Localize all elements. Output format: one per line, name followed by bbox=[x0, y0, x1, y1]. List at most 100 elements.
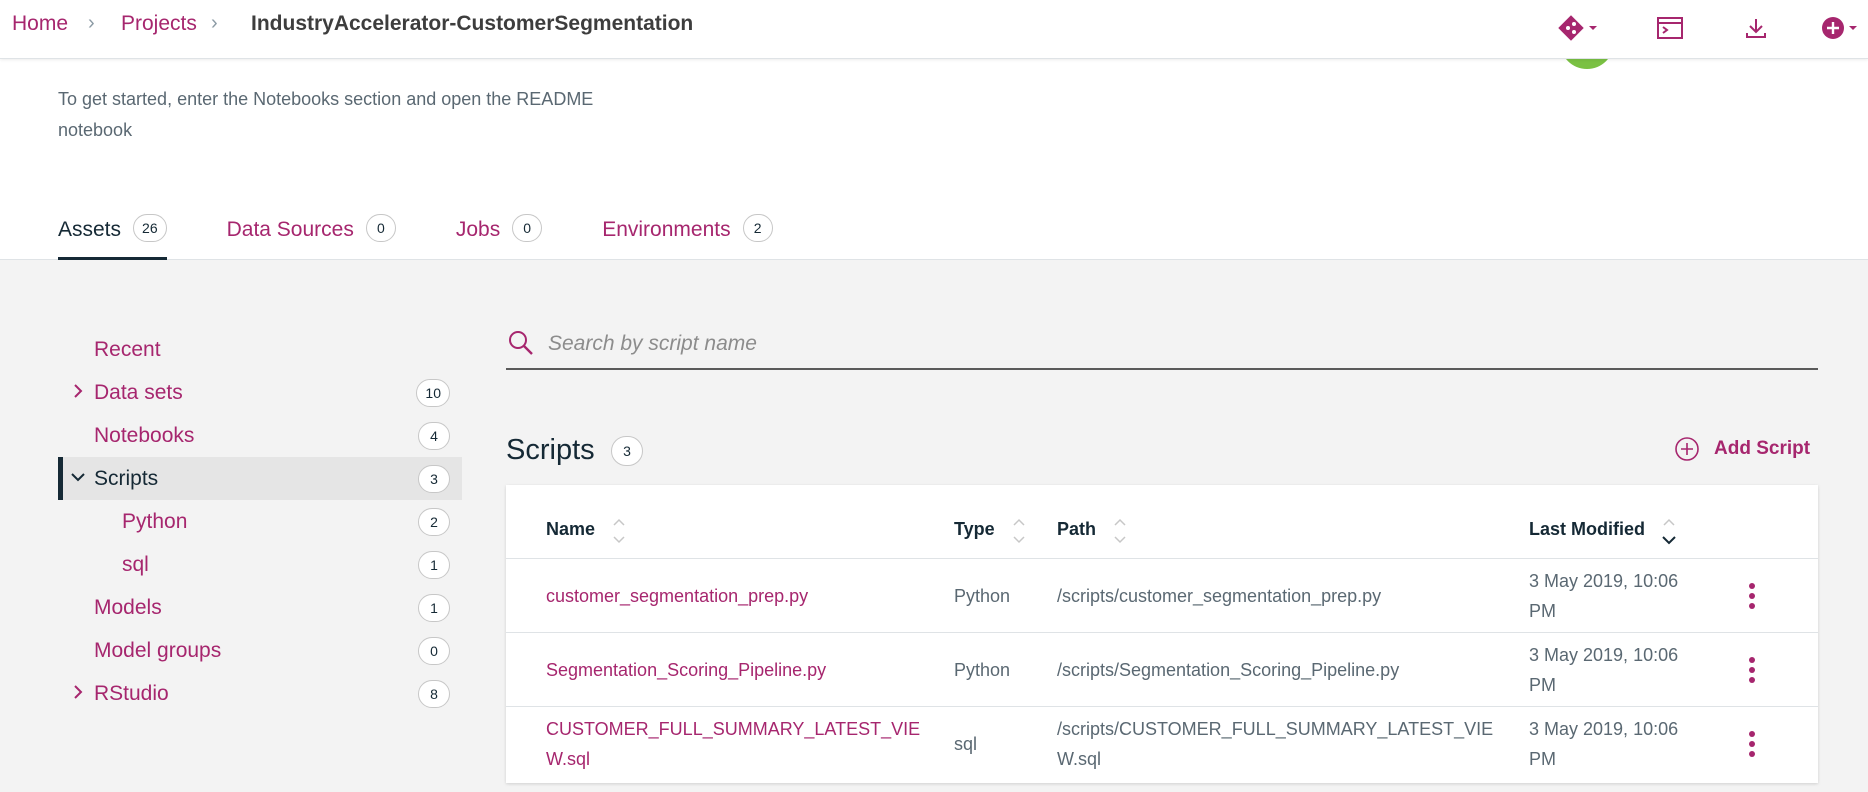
sidebar-item-label: Recent bbox=[94, 337, 161, 361]
sidebar-item-model-groups[interactable]: Model groups 0 bbox=[58, 629, 462, 672]
column-header-name[interactable]: Name bbox=[546, 511, 627, 547]
overflow-menu-icon[interactable] bbox=[1742, 581, 1762, 611]
script-last-modified: 3 May 2019, 10:06 PM bbox=[1529, 719, 1679, 769]
overflow-menu-icon[interactable] bbox=[1742, 655, 1762, 685]
breadcrumb-projects[interactable]: Projects bbox=[121, 12, 197, 36]
breadcrumb-separator: › bbox=[211, 12, 218, 34]
add-circle-icon bbox=[1675, 437, 1699, 461]
script-search bbox=[506, 320, 1818, 370]
sidebar-item-rstudio[interactable]: RStudio 8 bbox=[58, 672, 462, 715]
asset-sidebar: Recent Data sets 10 Notebooks 4 Scripts … bbox=[58, 328, 462, 715]
sidebar-item-label: sql bbox=[122, 552, 149, 576]
sort-icon[interactable] bbox=[1661, 513, 1677, 549]
git-icon bbox=[1558, 15, 1584, 41]
sidebar-item-recent[interactable]: Recent bbox=[58, 328, 462, 371]
column-header-last-modified[interactable]: Last Modified bbox=[1529, 511, 1677, 547]
add-circle-icon bbox=[1822, 17, 1844, 39]
table-header: Name Type Path Last Modified bbox=[506, 485, 1818, 559]
tab-label: Environments bbox=[602, 218, 731, 241]
tab-assets[interactable]: Assets 26 bbox=[58, 212, 167, 260]
breadcrumb-home[interactable]: Home bbox=[12, 12, 68, 36]
top-bar: Home › Projects › IndustryAccelerator-Cu… bbox=[0, 0, 1868, 59]
terminal-icon bbox=[1657, 17, 1683, 39]
tab-data-sources[interactable]: Data Sources 0 bbox=[227, 212, 396, 260]
project-title-fragment bbox=[58, 59, 1058, 67]
script-type: sql bbox=[954, 734, 978, 754]
table-row[interactable]: CUSTOMER_FULL_SUMMARY_LATEST_VIEW.sql sq… bbox=[506, 707, 1818, 781]
tab-count: 2 bbox=[742, 214, 773, 242]
breadcrumb-current: IndustryAccelerator-CustomerSegmentation bbox=[251, 12, 694, 35]
sort-icon[interactable] bbox=[611, 513, 627, 549]
sidebar-item-label: Data sets bbox=[94, 380, 183, 404]
sidebar-item-count: 1 bbox=[418, 551, 450, 579]
add-menu-button[interactable] bbox=[1820, 8, 1860, 48]
download-icon bbox=[1746, 19, 1766, 38]
sidebar-item-data-sets[interactable]: Data sets 10 bbox=[58, 371, 462, 414]
sidebar-item-sql[interactable]: sql 1 bbox=[58, 543, 462, 586]
script-path: /scripts/Segmentation_Scoring_Pipeline.p… bbox=[1057, 660, 1400, 680]
script-last-modified: 3 May 2019, 10:06 PM bbox=[1529, 571, 1679, 621]
search-input[interactable] bbox=[548, 326, 1748, 362]
overflow-menu-icon[interactable] bbox=[1742, 729, 1762, 759]
section-title: Scripts bbox=[506, 434, 595, 466]
chevron-down-icon bbox=[1849, 26, 1857, 30]
script-name-link[interactable]: customer_segmentation_prep.py bbox=[546, 581, 926, 611]
tab-count: 26 bbox=[133, 214, 167, 242]
sidebar-item-label: Scripts bbox=[94, 466, 159, 490]
chevron-right-icon[interactable] bbox=[68, 381, 88, 401]
sidebar-item-notebooks[interactable]: Notebooks 4 bbox=[58, 414, 462, 457]
tab-label: Jobs bbox=[455, 218, 501, 241]
tab-count: 0 bbox=[512, 214, 543, 242]
git-menu-button[interactable] bbox=[1556, 8, 1600, 48]
add-script-label: Add Script bbox=[1714, 438, 1811, 459]
search-icon bbox=[509, 331, 533, 355]
column-label: Type bbox=[954, 518, 995, 539]
chevron-down-icon bbox=[1589, 26, 1597, 30]
table-row[interactable]: Segmentation_Scoring_Pipeline.py Python … bbox=[506, 633, 1818, 707]
tab-jobs[interactable]: Jobs 0 bbox=[455, 212, 543, 260]
sidebar-item-label: Python bbox=[122, 509, 188, 533]
sidebar-item-label: Model groups bbox=[94, 638, 222, 662]
column-header-path[interactable]: Path bbox=[1057, 511, 1128, 547]
sort-icon[interactable] bbox=[1112, 513, 1128, 549]
tab-count: 0 bbox=[365, 214, 396, 242]
breadcrumb-separator: › bbox=[88, 12, 95, 34]
sidebar-item-count: 8 bbox=[418, 680, 450, 708]
sidebar-item-python[interactable]: Python 2 bbox=[58, 500, 462, 543]
avatar[interactable] bbox=[1560, 59, 1620, 69]
tab-label: Assets bbox=[58, 218, 122, 241]
sidebar-item-label: Notebooks bbox=[94, 423, 195, 447]
column-label: Path bbox=[1057, 518, 1097, 539]
sidebar-item-label: Models bbox=[94, 595, 162, 619]
tab-environments[interactable]: Environments 2 bbox=[602, 212, 773, 260]
column-header-type[interactable]: Type bbox=[954, 511, 1027, 547]
script-path: /scripts/customer_segmentation_prep.py bbox=[1057, 586, 1382, 606]
script-type: Python bbox=[954, 660, 1011, 680]
script-name-link[interactable]: Segmentation_Scoring_Pipeline.py bbox=[546, 655, 926, 685]
sidebar-item-models[interactable]: Models 1 bbox=[58, 586, 462, 629]
sidebar-item-count: 1 bbox=[418, 594, 450, 622]
tab-label: Data Sources bbox=[226, 218, 354, 241]
column-label: Last Modified bbox=[1529, 518, 1645, 539]
chevron-down-icon[interactable] bbox=[68, 467, 88, 487]
table-row[interactable]: customer_segmentation_prep.py Python /sc… bbox=[506, 559, 1818, 633]
sidebar-item-scripts[interactable]: Scripts 3 bbox=[58, 457, 462, 500]
project-tabs: Assets 26 Data Sources 0 Jobs 0 Environm… bbox=[58, 212, 833, 260]
script-type: Python bbox=[954, 586, 1011, 606]
section-count: 3 bbox=[611, 436, 643, 466]
sidebar-item-count: 2 bbox=[418, 508, 450, 536]
sidebar-item-count: 4 bbox=[418, 422, 450, 450]
chevron-right-icon[interactable] bbox=[68, 682, 88, 702]
terminal-button[interactable] bbox=[1656, 8, 1684, 48]
sidebar-item-count: 3 bbox=[418, 465, 450, 493]
sort-icon[interactable] bbox=[1011, 513, 1027, 549]
project-description: To get started, enter the Notebooks sect… bbox=[58, 89, 594, 140]
scripts-table: Name Type Path Last Modified customer_se… bbox=[506, 485, 1818, 783]
add-script-button[interactable]: Add Script bbox=[1674, 436, 1810, 462]
column-label: Name bbox=[546, 518, 596, 539]
download-button[interactable] bbox=[1744, 8, 1768, 48]
script-last-modified: 3 May 2019, 10:06 PM bbox=[1529, 645, 1679, 695]
sidebar-item-count: 0 bbox=[418, 637, 450, 665]
script-name-link[interactable]: CUSTOMER_FULL_SUMMARY_LATEST_VIEW.sql bbox=[546, 714, 926, 774]
script-path: /scripts/CUSTOMER_FULL_SUMMARY_LATEST_VI… bbox=[1057, 719, 1494, 769]
